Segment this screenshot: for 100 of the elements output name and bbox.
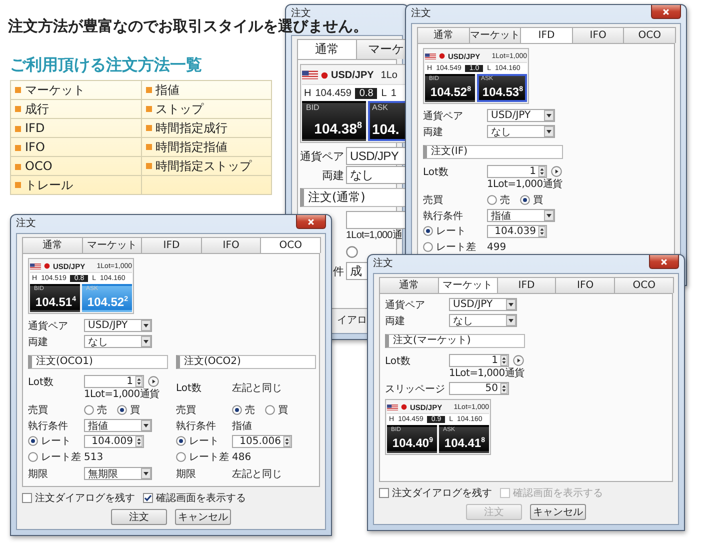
- square-bullet-icon: [15, 164, 21, 170]
- tab[interactable]: 通常: [379, 277, 439, 293]
- dropdown[interactable]: 指値: [84, 419, 152, 432]
- tab[interactable]: OCO: [260, 237, 321, 253]
- dropdown[interactable]: USD/JPY: [449, 298, 517, 311]
- dot-icon: [321, 72, 328, 78]
- tab[interactable]: IFO: [572, 27, 624, 43]
- number-field[interactable]: 105.006: [232, 435, 292, 448]
- number-field[interactable]: 104.039: [487, 225, 547, 238]
- number-field[interactable]: 1: [84, 375, 144, 388]
- dropdown[interactable]: なし: [449, 314, 517, 327]
- tab[interactable]: マーケット: [82, 237, 142, 253]
- spinner-icon: [283, 436, 291, 447]
- caret-icon: [141, 320, 151, 331]
- dropdown[interactable]: 指値: [487, 209, 555, 222]
- checkbox-option[interactable]: 注文ダイアログを残す: [379, 486, 492, 500]
- tab[interactable]: IFD: [520, 27, 573, 43]
- square-bullet-icon: [146, 163, 152, 170]
- caret-icon: [141, 468, 151, 479]
- radio-option[interactable]: レート: [423, 224, 466, 238]
- tab[interactable]: 通常: [22, 237, 83, 253]
- dropdown[interactable]: 無期限: [84, 467, 152, 480]
- dropdown[interactable]: なし: [84, 335, 152, 348]
- order-type-label: OCO: [25, 159, 52, 173]
- ask-price: 104.53$^{8}$: [481, 84, 523, 100]
- tab[interactable]: 通常: [417, 27, 470, 43]
- field-label: 両建: [385, 314, 406, 328]
- window-title: 注文: [411, 8, 431, 20]
- dot-icon: [439, 53, 445, 59]
- field-label: Lot数: [385, 355, 412, 368]
- radio-option[interactable]: 売: [84, 402, 107, 416]
- spinner-icon: [500, 383, 508, 394]
- square-bullet-icon: [15, 106, 21, 112]
- radio-option[interactable]: レート差: [28, 450, 81, 464]
- close-button[interactable]: [649, 255, 679, 269]
- radio-button[interactable]: [346, 246, 358, 258]
- field-label: 通貨ペア: [28, 320, 69, 332]
- checkbox-option[interactable]: イアロ: [337, 313, 367, 327]
- tab[interactable]: OCO: [623, 27, 676, 43]
- radio-option[interactable]: 買: [117, 402, 140, 416]
- section-header: 注文(OCO1): [28, 355, 168, 369]
- lot-unit: 1Lo: [380, 70, 398, 80]
- dialog-button[interactable]: 注文: [111, 509, 167, 525]
- section-header: 注文(OCO2): [176, 355, 316, 369]
- number-field[interactable]: 1: [449, 354, 509, 367]
- lot-note: 1Lot=1,000通貨: [487, 178, 562, 191]
- ask-price: 104.52$^{2}$: [86, 294, 128, 310]
- field-label: 両建: [28, 336, 49, 348]
- section-heading: ご利用頂ける注文方法一覧: [10, 55, 202, 75]
- close-icon: [662, 8, 670, 16]
- square-bullet-icon: [146, 125, 152, 132]
- play-button[interactable]: [551, 166, 562, 177]
- tab[interactable]: IFD: [496, 277, 556, 293]
- radio-option[interactable]: レート: [176, 434, 219, 448]
- checkbox-option[interactable]: 注文ダイアログを残す: [22, 491, 135, 505]
- close-button[interactable]: [296, 215, 326, 229]
- tab[interactable]: OCO: [614, 277, 674, 293]
- low-rate: 1: [390, 88, 396, 98]
- field-label: 期限: [176, 468, 197, 480]
- lot-note: 1Lot=1,000通: [346, 229, 403, 242]
- bid-price-box[interactable]: BID 104.38$^{8}$: [302, 101, 366, 141]
- ask-price: 104.: [372, 120, 400, 139]
- square-bullet-icon: [15, 144, 21, 151]
- close-button[interactable]: [651, 5, 681, 19]
- play-button[interactable]: [148, 376, 159, 387]
- dialog-button[interactable]: キャンセル: [175, 509, 231, 525]
- field-label: 売買: [28, 404, 49, 416]
- tab[interactable]: マーケット: [438, 277, 498, 293]
- dropdown[interactable]: USD/JPY: [84, 319, 152, 332]
- dropdown[interactable]: USD/JPY: [487, 109, 555, 122]
- tab[interactable]: 通常: [297, 39, 357, 59]
- tab[interactable]: IFD: [141, 237, 202, 253]
- lot-note: 1Lot=1,000通貨: [449, 367, 524, 380]
- radio-option[interactable]: レート差: [176, 450, 229, 464]
- square-bullet-icon: [146, 106, 152, 112]
- tab[interactable]: IFO: [200, 237, 262, 253]
- currency-pair: USD/JPY: [331, 70, 374, 80]
- dropdown[interactable]: なし: [487, 125, 555, 138]
- number-field[interactable]: 50: [449, 382, 509, 395]
- lot-note: 1Lot=1,000通貨: [84, 388, 160, 401]
- dialog-button[interactable]: キャンセル: [530, 504, 586, 520]
- order-type-label: マーケット: [25, 82, 85, 96]
- radio-option[interactable]: 売: [232, 402, 255, 416]
- tab[interactable]: マーケット: [468, 27, 522, 43]
- radio-option[interactable]: 買: [265, 402, 288, 416]
- checkbox-option[interactable]: 確認画面を表示する: [143, 491, 246, 505]
- field-value: 左記と同じ: [232, 382, 282, 394]
- number-field[interactable]: 1: [487, 165, 547, 178]
- caret-icon: [141, 336, 151, 347]
- radio-option[interactable]: 買: [520, 192, 543, 206]
- play-button[interactable]: [513, 355, 524, 366]
- tab[interactable]: IFO: [555, 277, 616, 293]
- number-field[interactable]: 104.009: [84, 435, 144, 448]
- radio-option[interactable]: レート: [28, 434, 71, 448]
- field-label: 売買: [176, 404, 197, 416]
- bid-price: 104.38$^{8}$: [313, 119, 362, 139]
- radio-option[interactable]: 売: [487, 192, 510, 206]
- low-label: L: [381, 88, 387, 98]
- field-value: 513: [84, 452, 104, 463]
- radio-option[interactable]: レート差: [423, 240, 476, 254]
